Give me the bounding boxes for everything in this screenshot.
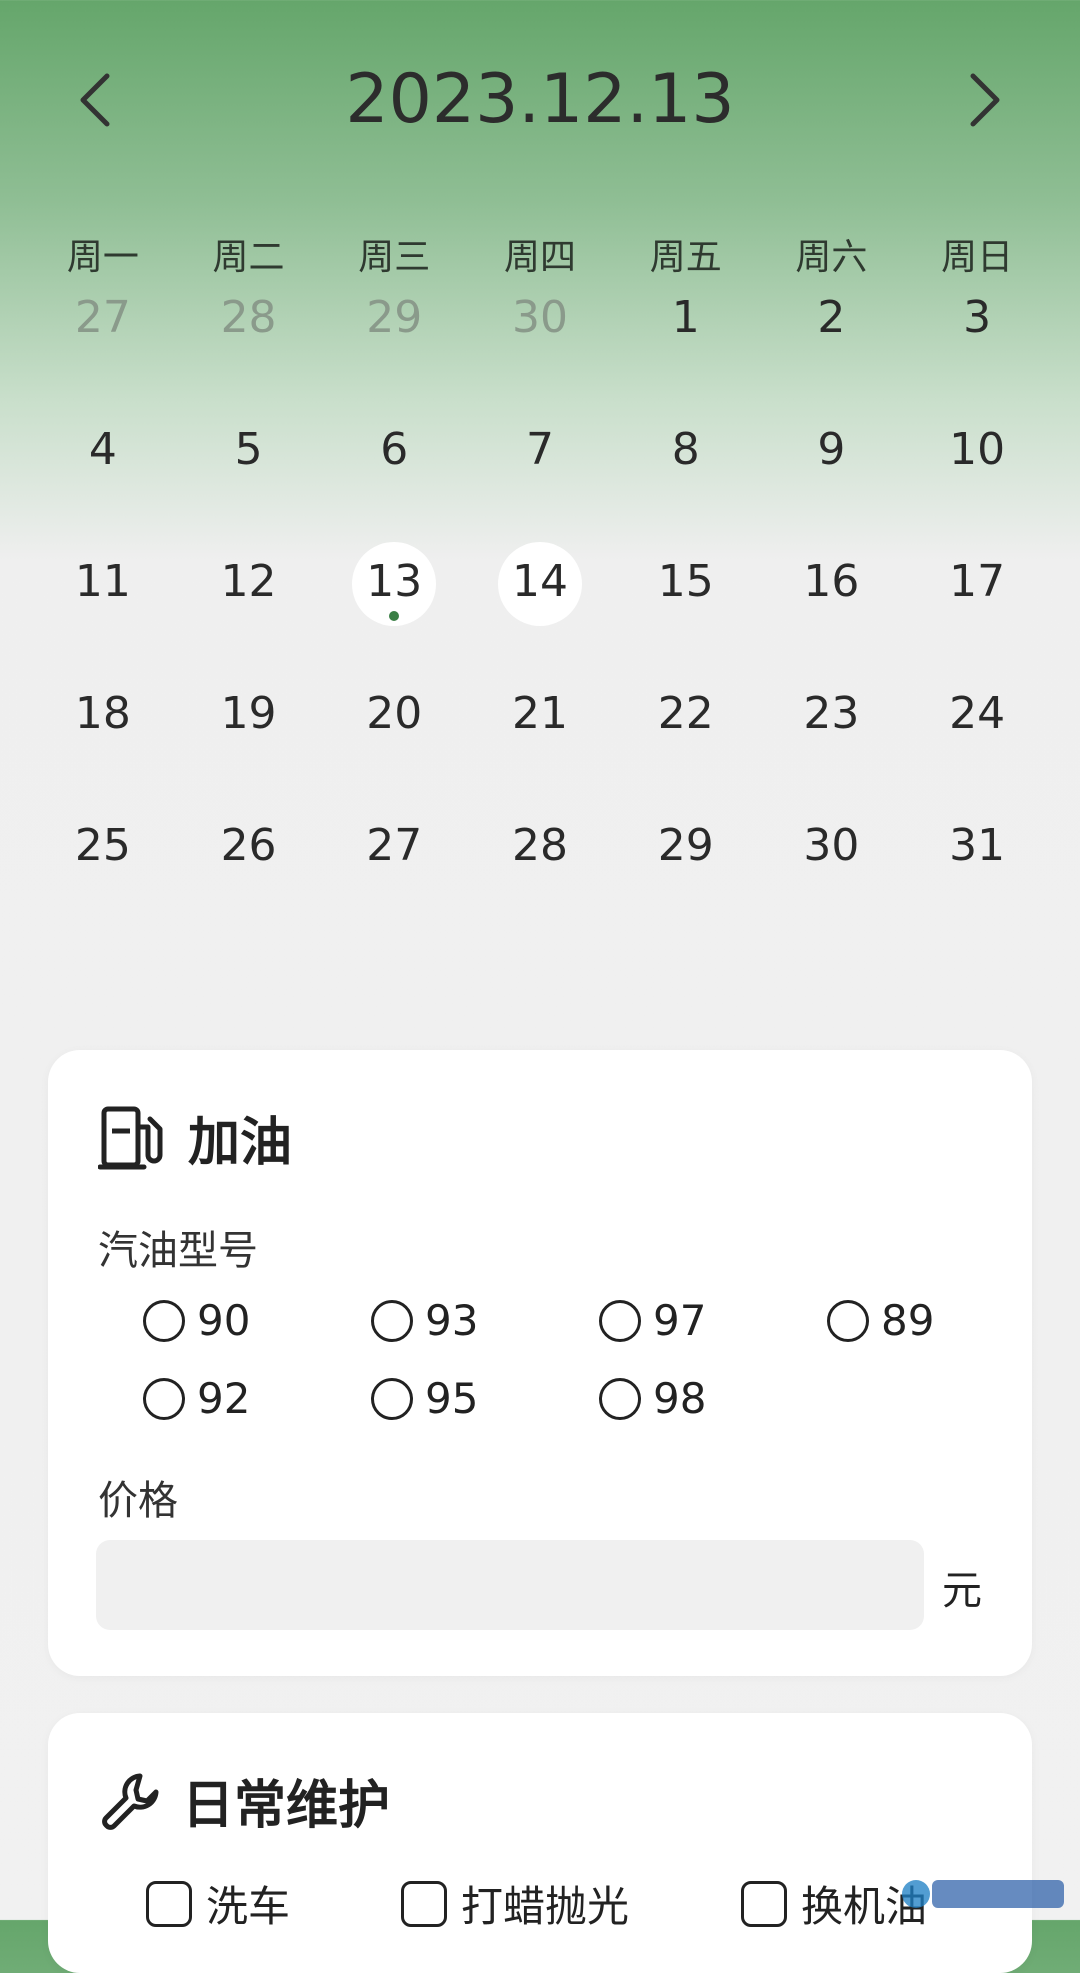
- day-number: 22: [657, 688, 714, 739]
- calendar-day[interactable]: 29: [613, 820, 759, 978]
- day-number: 15: [657, 556, 714, 607]
- radio-circle-icon: [371, 1377, 413, 1420]
- radio-label: 95: [425, 1374, 479, 1423]
- day-number: 21: [511, 688, 568, 739]
- day-number: 10: [949, 424, 1006, 475]
- day-number: 13: [366, 556, 423, 607]
- radio-label: 98: [653, 1374, 707, 1423]
- day-number: 7: [525, 424, 554, 475]
- grade-label: 汽油型号: [98, 1228, 258, 1274]
- fuel-pump-icon: [98, 1106, 163, 1169]
- day-number: 3: [963, 292, 992, 343]
- day-number: 6: [380, 424, 409, 475]
- maintenance-card: 日常维护 洗车 打蜡抛光 换机油: [48, 1713, 1032, 1973]
- fuel-card-title: 加油: [188, 1113, 293, 1173]
- grade-radio-90[interactable]: 90: [143, 1296, 371, 1345]
- radio-label: 90: [197, 1296, 251, 1345]
- day-number: 8: [671, 424, 700, 475]
- grade-radio-92[interactable]: 92: [143, 1374, 371, 1423]
- grade-radio-97[interactable]: 97: [599, 1296, 827, 1345]
- radio-label: 92: [197, 1374, 251, 1423]
- watermark-logo: [898, 1874, 1068, 1914]
- day-number: 24: [949, 688, 1006, 739]
- day-number: 9: [817, 424, 846, 475]
- grade-radio-93[interactable]: 93: [371, 1296, 599, 1345]
- calendar-day[interactable]: 28: [467, 820, 613, 978]
- calendar-header: 2023.12.13: [0, 0, 1080, 205]
- checkbox-car-wash[interactable]: 洗车: [146, 1873, 401, 1934]
- checkbox-wax-polish[interactable]: 打蜡抛光: [401, 1873, 741, 1934]
- calendar-day[interactable]: 31: [904, 820, 1050, 978]
- date-title: 2023.12.13: [345, 60, 735, 139]
- wrench-icon: [102, 1773, 159, 1830]
- fuel-card: 加油 汽油型号 90 93 97 89 92 95 98 价格 元: [48, 1050, 1032, 1676]
- day-number: 29: [366, 292, 423, 343]
- grade-radio-95[interactable]: 95: [371, 1374, 599, 1423]
- day-number: 11: [74, 556, 131, 607]
- day-number: 27: [74, 292, 131, 343]
- day-number: 26: [220, 820, 277, 871]
- event-dot: [389, 611, 400, 621]
- day-number: 14: [511, 556, 568, 607]
- calendar-day[interactable]: 27: [321, 820, 467, 978]
- day-number: 29: [657, 820, 714, 871]
- grade-radio-row: 90 93 97 89: [143, 1296, 1055, 1345]
- day-number: 28: [511, 820, 568, 871]
- radio-label: 93: [425, 1296, 479, 1345]
- day-number: 2: [817, 292, 846, 343]
- day-number: 18: [74, 688, 131, 739]
- day-number: 20: [366, 688, 423, 739]
- maintenance-options: 洗车 打蜡抛光 换机油: [146, 1873, 927, 1934]
- fuel-card-header: 加油: [98, 1100, 292, 1175]
- next-month-button[interactable]: [945, 60, 1025, 140]
- day-number: 30: [511, 292, 568, 343]
- day-number: 31: [949, 820, 1006, 871]
- radio-circle-icon: [827, 1299, 869, 1342]
- day-number: 30: [803, 820, 860, 871]
- price-unit: 元: [942, 1568, 982, 1614]
- watermark-graphic: [902, 1880, 1064, 1908]
- radio-circle-icon: [599, 1299, 641, 1342]
- day-number: 25: [74, 820, 131, 871]
- grade-radio-row: 92 95 98: [143, 1374, 827, 1423]
- checkbox-label: 洗车: [206, 1882, 291, 1931]
- day-number: 28: [220, 292, 277, 343]
- checkbox-label: 打蜡抛光: [461, 1882, 630, 1931]
- day-number: 12: [220, 556, 277, 607]
- radio-circle-icon: [143, 1299, 185, 1342]
- radio-circle-icon: [599, 1377, 641, 1420]
- calendar-grid: 27 28 29 30 1 2 3 4 5 6 7 8 9 10 11 12 13 14 15 16 17 18 19 20 2…: [30, 292, 1050, 978]
- grade-radio-98[interactable]: 98: [599, 1374, 827, 1423]
- radio-circle-icon: [371, 1299, 413, 1342]
- maintenance-card-title: 日常维护: [182, 1776, 391, 1836]
- chevron-right-icon: [970, 73, 1000, 127]
- calendar-day[interactable]: 30: [759, 820, 905, 978]
- radio-label: 97: [653, 1296, 707, 1345]
- day-number: 27: [366, 820, 423, 871]
- calendar-day[interactable]: 26: [176, 820, 322, 978]
- day-number: 19: [220, 688, 277, 739]
- day-number: 16: [803, 556, 860, 607]
- day-number: 23: [803, 688, 860, 739]
- price-label: 价格: [98, 1478, 178, 1524]
- day-number: 17: [949, 556, 1006, 607]
- day-number: 4: [88, 424, 117, 475]
- radio-label: 89: [881, 1296, 935, 1345]
- price-input[interactable]: [96, 1540, 924, 1630]
- day-number: 1: [671, 292, 700, 343]
- calendar-day[interactable]: 25: [30, 820, 176, 978]
- radio-circle-icon: [143, 1377, 185, 1420]
- maintenance-card-header: 日常维护: [100, 1763, 390, 1838]
- grade-radio-89[interactable]: 89: [827, 1296, 1055, 1345]
- day-number: 5: [234, 424, 263, 475]
